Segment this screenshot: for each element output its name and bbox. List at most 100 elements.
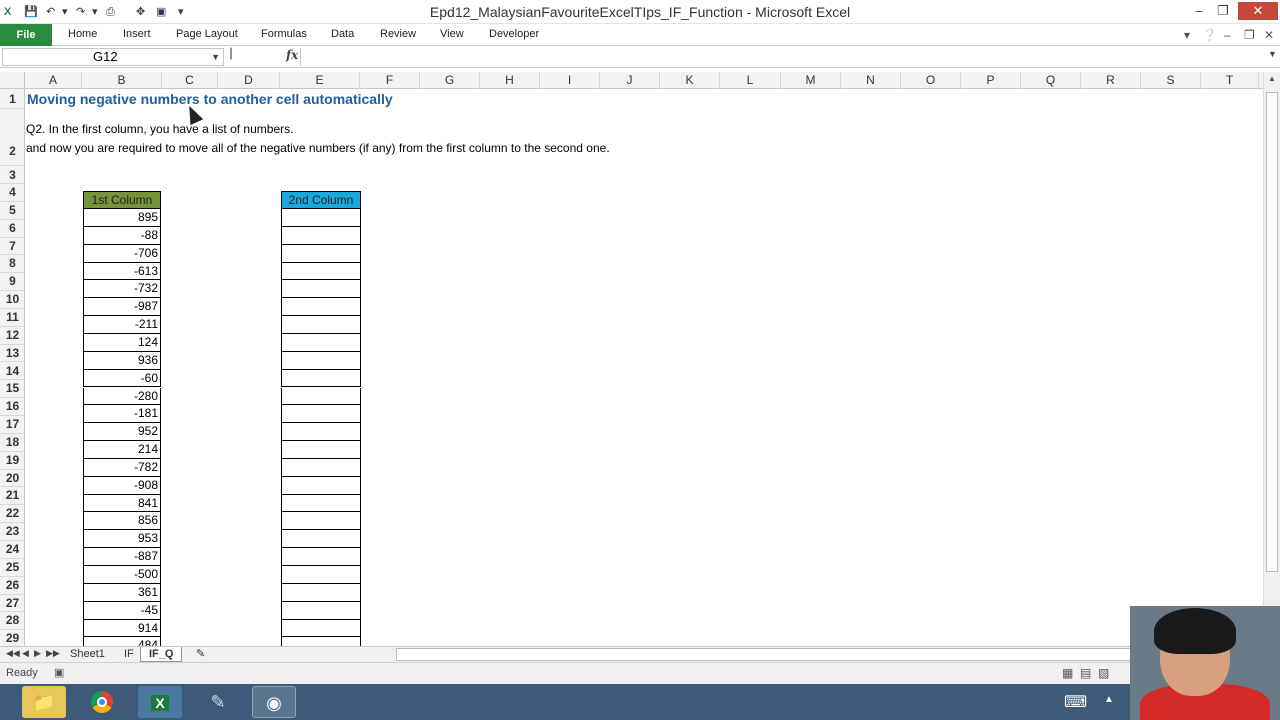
move-icon[interactable]: ✥	[136, 4, 145, 20]
first-column-cell[interactable]: -88	[83, 226, 161, 245]
row-header-10[interactable]: 10	[0, 291, 24, 309]
first-column-cell[interactable]: 841	[83, 494, 161, 513]
workbook-restore-icon[interactable]: ❐	[1244, 28, 1255, 42]
close-button[interactable]: ✕	[1238, 2, 1278, 20]
tab-data[interactable]: Data	[331, 28, 354, 40]
second-column-cell[interactable]	[281, 280, 361, 299]
second-column-cell[interactable]	[281, 262, 361, 281]
first-column-cell[interactable]: -613	[83, 262, 161, 281]
tab-file[interactable]: File	[0, 24, 52, 46]
column-header-s[interactable]: S	[1141, 72, 1201, 89]
first-column-cell[interactable]: 124	[83, 333, 161, 352]
row-header-15[interactable]: 15	[0, 380, 24, 399]
first-column-cell[interactable]: 914	[83, 619, 161, 638]
vertical-scrollbar[interactable]: ▲	[1263, 72, 1280, 646]
row-header-26[interactable]: 26	[0, 577, 24, 595]
row-header-13[interactable]: 13	[0, 345, 24, 363]
column-header-o[interactable]: O	[901, 72, 961, 89]
page-layout-view-icon[interactable]: ▤	[1080, 666, 1091, 680]
redo-dropdown-icon[interactable]: ▾	[92, 4, 98, 20]
tab-home[interactable]: Home	[68, 28, 97, 40]
first-column-cell[interactable]: -782	[83, 458, 161, 477]
first-column-cell[interactable]: 361	[83, 583, 161, 602]
second-column-cell[interactable]	[281, 333, 361, 352]
first-column-cell[interactable]: -45	[83, 601, 161, 620]
row-header-18[interactable]: 18	[0, 434, 24, 452]
row-header-20[interactable]: 20	[0, 470, 24, 488]
row-header-9[interactable]: 9	[0, 273, 24, 292]
second-column-cell[interactable]	[281, 226, 361, 245]
macro-record-icon[interactable]: ▣	[54, 666, 64, 679]
tablet-app-icon[interactable]: ✎	[196, 686, 240, 718]
column-header-m[interactable]: M	[781, 72, 841, 89]
ribbon-collapse-icon[interactable]: ▾	[1184, 28, 1190, 42]
second-column-cell[interactable]	[281, 298, 361, 317]
insert-function-icon[interactable]: fx	[286, 48, 298, 62]
row-header-3[interactable]: 3	[0, 166, 24, 184]
second-column-cell[interactable]	[281, 494, 361, 513]
second-column-cell[interactable]	[281, 441, 361, 459]
column-header-e[interactable]: E	[280, 72, 360, 89]
excel-taskbar-icon[interactable]: X	[138, 686, 182, 718]
last-sheet-icon[interactable]: ▶▶	[46, 648, 60, 659]
second-column-cell[interactable]	[281, 512, 361, 531]
column-header-f[interactable]: F	[360, 72, 420, 89]
name-box[interactable]: G12 ▼	[2, 48, 224, 66]
second-column-cell[interactable]	[281, 423, 361, 442]
column-header-b[interactable]: B	[82, 72, 162, 89]
formula-input[interactable]	[300, 48, 1266, 66]
question-line2-cell[interactable]: and now you are required to move all of …	[26, 141, 610, 155]
row-header-14[interactable]: 14	[0, 363, 24, 381]
workbook-close-icon[interactable]: ✕	[1264, 28, 1274, 42]
second-column-cell[interactable]	[281, 458, 361, 477]
tab-review[interactable]: Review	[380, 28, 416, 40]
second-column-cell[interactable]	[281, 405, 361, 424]
first-column-cell[interactable]: -60	[83, 369, 161, 388]
column-header-k[interactable]: K	[660, 72, 720, 89]
column-header-l[interactable]: L	[720, 72, 781, 89]
first-column-header[interactable]: 1st Column	[83, 191, 161, 209]
second-column-cell[interactable]	[281, 476, 361, 495]
row-header-6[interactable]: 6	[0, 220, 24, 238]
first-column-cell[interactable]: 953	[83, 530, 161, 549]
second-column-cell[interactable]	[281, 316, 361, 334]
save-icon[interactable]: 💾	[24, 4, 38, 20]
second-column-cell[interactable]	[281, 530, 361, 549]
row-header-25[interactable]: 25	[0, 559, 24, 577]
chrome-icon[interactable]	[80, 686, 124, 718]
column-header-h[interactable]: H	[480, 72, 540, 89]
sheet-title-cell[interactable]: Moving negative numbers to another cell …	[27, 91, 393, 107]
screen-recorder-icon[interactable]: ◉	[252, 686, 296, 718]
help-icon[interactable]: ❔	[1202, 28, 1217, 42]
scroll-up-icon[interactable]: ▲	[1268, 74, 1276, 83]
column-header-c[interactable]: C	[162, 72, 218, 89]
row-header-7[interactable]: 7	[0, 238, 24, 256]
first-column-cell[interactable]: -987	[83, 298, 161, 317]
camera-icon[interactable]: ▣	[156, 4, 166, 20]
column-header-i[interactable]: I	[540, 72, 600, 89]
row-header-19[interactable]: 19	[0, 452, 24, 470]
second-column-cell[interactable]	[281, 387, 361, 406]
column-header-p[interactable]: P	[961, 72, 1021, 89]
minimize-button[interactable]: –	[1188, 2, 1210, 20]
print-preview-icon[interactable]: ⎙	[106, 4, 115, 20]
first-column-cell[interactable]: -706	[83, 244, 161, 263]
row-header-28[interactable]: 28	[0, 612, 24, 631]
first-sheet-icon[interactable]: ◀◀	[6, 648, 20, 659]
first-column-cell[interactable]: -908	[83, 476, 161, 495]
expand-formula-bar-icon[interactable]: ▼	[1268, 49, 1277, 59]
undo-dropdown-icon[interactable]: ▾	[62, 4, 68, 20]
undo-icon[interactable]: ↶	[46, 4, 55, 20]
column-header-g[interactable]: G	[420, 72, 480, 89]
row-header-29[interactable]: 29	[0, 630, 24, 646]
row-header-17[interactable]: 17	[0, 416, 24, 434]
keyboard-icon[interactable]: ⌨	[1064, 692, 1087, 712]
column-header-q[interactable]: Q	[1021, 72, 1081, 89]
tab-view[interactable]: View	[440, 28, 464, 40]
row-header-23[interactable]: 23	[0, 523, 24, 541]
first-column-cell[interactable]: 856	[83, 512, 161, 531]
second-column-cell[interactable]	[281, 601, 361, 620]
column-header-n[interactable]: N	[841, 72, 901, 89]
sheet-tab-if[interactable]: IF	[116, 647, 142, 662]
worksheet-grid[interactable]: Moving negative numbers to another cell …	[25, 89, 1263, 646]
